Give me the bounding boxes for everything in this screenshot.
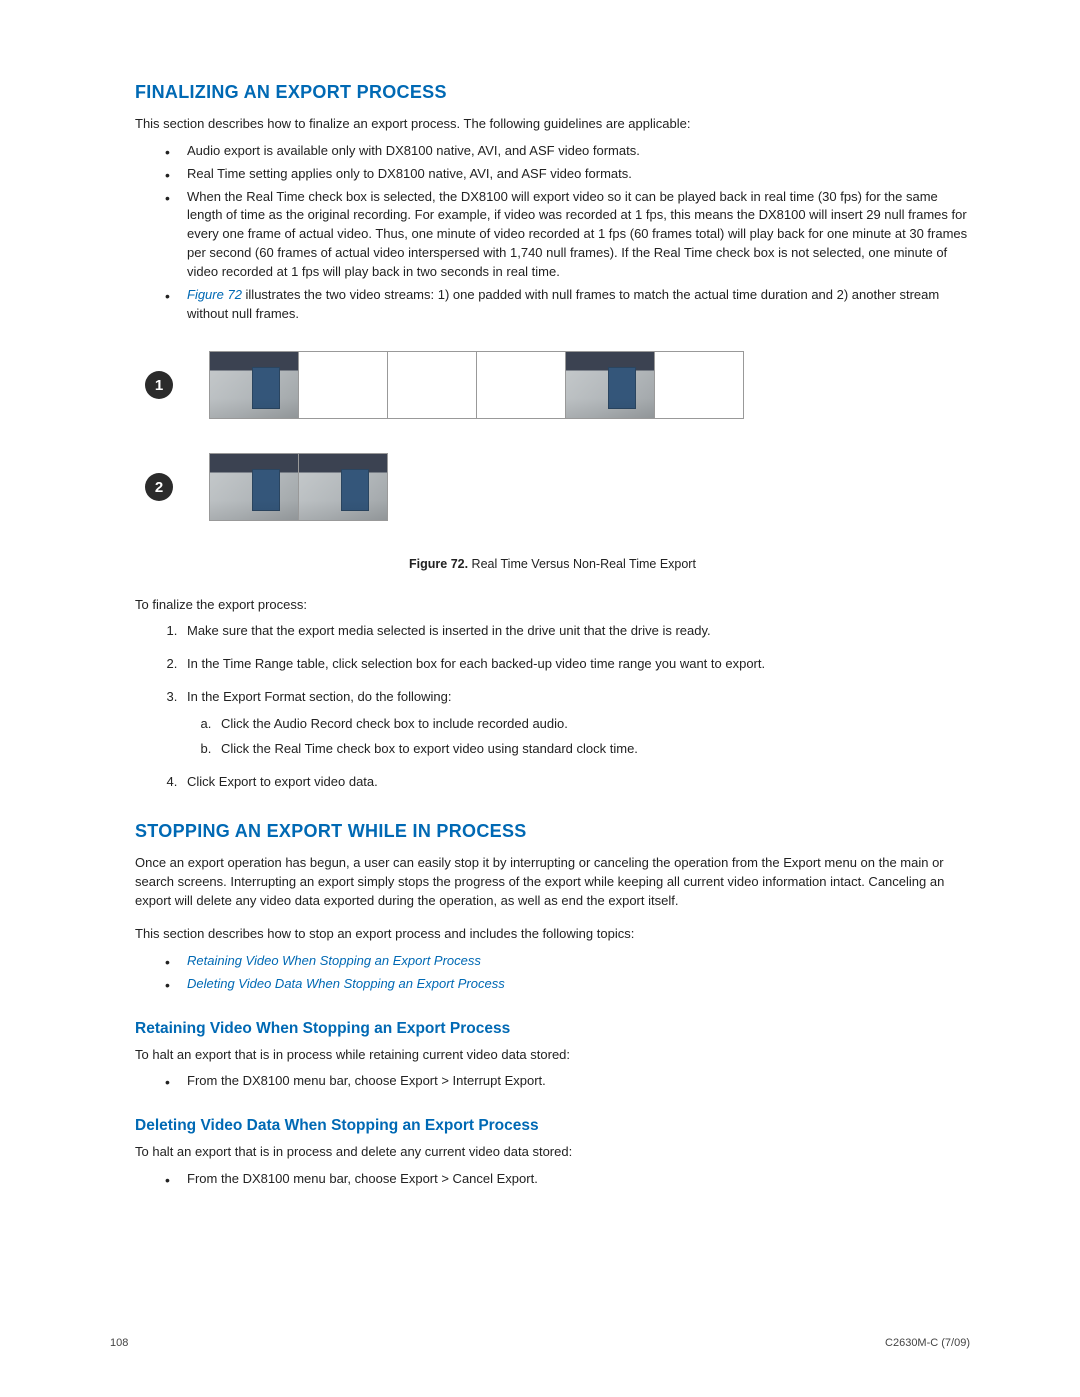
page-number: 108 (110, 1337, 128, 1349)
step-item: In the Export Format section, do the fol… (181, 688, 970, 759)
topic-link-deleting[interactable]: Deleting Video Data When Stopping an Exp… (187, 976, 505, 991)
topic-link-item: Retaining Video When Stopping an Export … (165, 952, 970, 971)
page-footer: 108 C2630M-C (7/09) (110, 1337, 970, 1349)
figure-badge-2: 2 (145, 473, 173, 501)
deleting-paragraph: To halt an export that is in process and… (135, 1143, 970, 1162)
figure-row-2: 2 (135, 453, 970, 521)
video-frame-icon (210, 454, 299, 520)
stopping-paragraph-2: This section describes how to stop an ex… (135, 925, 970, 944)
finalize-intro: To finalize the export process: (135, 596, 970, 615)
step-item: Click Export to export video data. (181, 773, 970, 792)
substep-item: Click the Audio Record check box to incl… (215, 715, 970, 734)
video-frame-icon (566, 352, 655, 418)
filmstrip-1 (209, 351, 744, 419)
step-item: In the Time Range table, click selection… (181, 655, 970, 674)
null-frame-icon (477, 352, 566, 418)
doc-id: C2630M-C (7/09) (885, 1337, 970, 1349)
figure-badge-1: 1 (145, 371, 173, 399)
retaining-bullet: From the DX8100 menu bar, choose Export … (165, 1072, 970, 1091)
topic-link-retaining[interactable]: Retaining Video When Stopping an Export … (187, 953, 481, 968)
substep-item: Click the Real Time check box to export … (215, 740, 970, 759)
figure-row-1: 1 (135, 351, 970, 419)
retaining-paragraph: To halt an export that is in process whi… (135, 1046, 970, 1065)
topic-links-list: Retaining Video When Stopping an Export … (135, 952, 970, 994)
video-frame-icon (299, 454, 387, 520)
step-text: In the Export Format section, do the fol… (187, 689, 451, 704)
guideline-item: Audio export is available only with DX81… (165, 142, 970, 161)
subheading-retaining: Retaining Video When Stopping an Export … (135, 1020, 970, 1038)
figure-reference-link[interactable]: Figure 72 (187, 287, 242, 302)
subheading-deleting: Deleting Video Data When Stopping an Exp… (135, 1117, 970, 1135)
guideline-item: When the Real Time check box is selected… (165, 188, 970, 282)
figure-caption-bold: Figure 72. (409, 557, 468, 571)
retaining-list: From the DX8100 menu bar, choose Export … (135, 1072, 970, 1091)
substeps: Click the Audio Record check box to incl… (187, 715, 970, 759)
intro-paragraph: This section describes how to finalize a… (135, 115, 970, 134)
figure-reference-text: illustrates the two video streams: 1) on… (187, 287, 939, 321)
guidelines-list: Audio export is available only with DX81… (135, 142, 970, 324)
figure-72: 1 2 Figure 72. Real Time Versus Non-Real… (135, 351, 970, 573)
guideline-item: Real Time setting applies only to DX8100… (165, 165, 970, 184)
deleting-list: From the DX8100 menu bar, choose Export … (135, 1170, 970, 1189)
video-frame-icon (210, 352, 299, 418)
step-item: Make sure that the export media selected… (181, 622, 970, 641)
null-frame-icon (655, 352, 743, 418)
null-frame-icon (388, 352, 477, 418)
topic-link-item: Deleting Video Data When Stopping an Exp… (165, 975, 970, 994)
null-frame-icon (299, 352, 388, 418)
guideline-figure-ref: Figure 72 illustrates the two video stre… (165, 286, 970, 324)
figure-caption-text: Real Time Versus Non-Real Time Export (468, 557, 696, 571)
deleting-bullet: From the DX8100 menu bar, choose Export … (165, 1170, 970, 1189)
heading-finalizing: FINALIZING AN EXPORT PROCESS (135, 82, 970, 103)
page: FINALIZING AN EXPORT PROCESS This sectio… (0, 0, 1080, 1397)
figure-caption: Figure 72. Real Time Versus Non-Real Tim… (135, 555, 970, 573)
stopping-paragraph-1: Once an export operation has begun, a us… (135, 854, 970, 911)
heading-stopping: STOPPING AN EXPORT WHILE IN PROCESS (135, 821, 970, 842)
filmstrip-2 (209, 453, 388, 521)
finalize-steps: Make sure that the export media selected… (135, 622, 970, 791)
